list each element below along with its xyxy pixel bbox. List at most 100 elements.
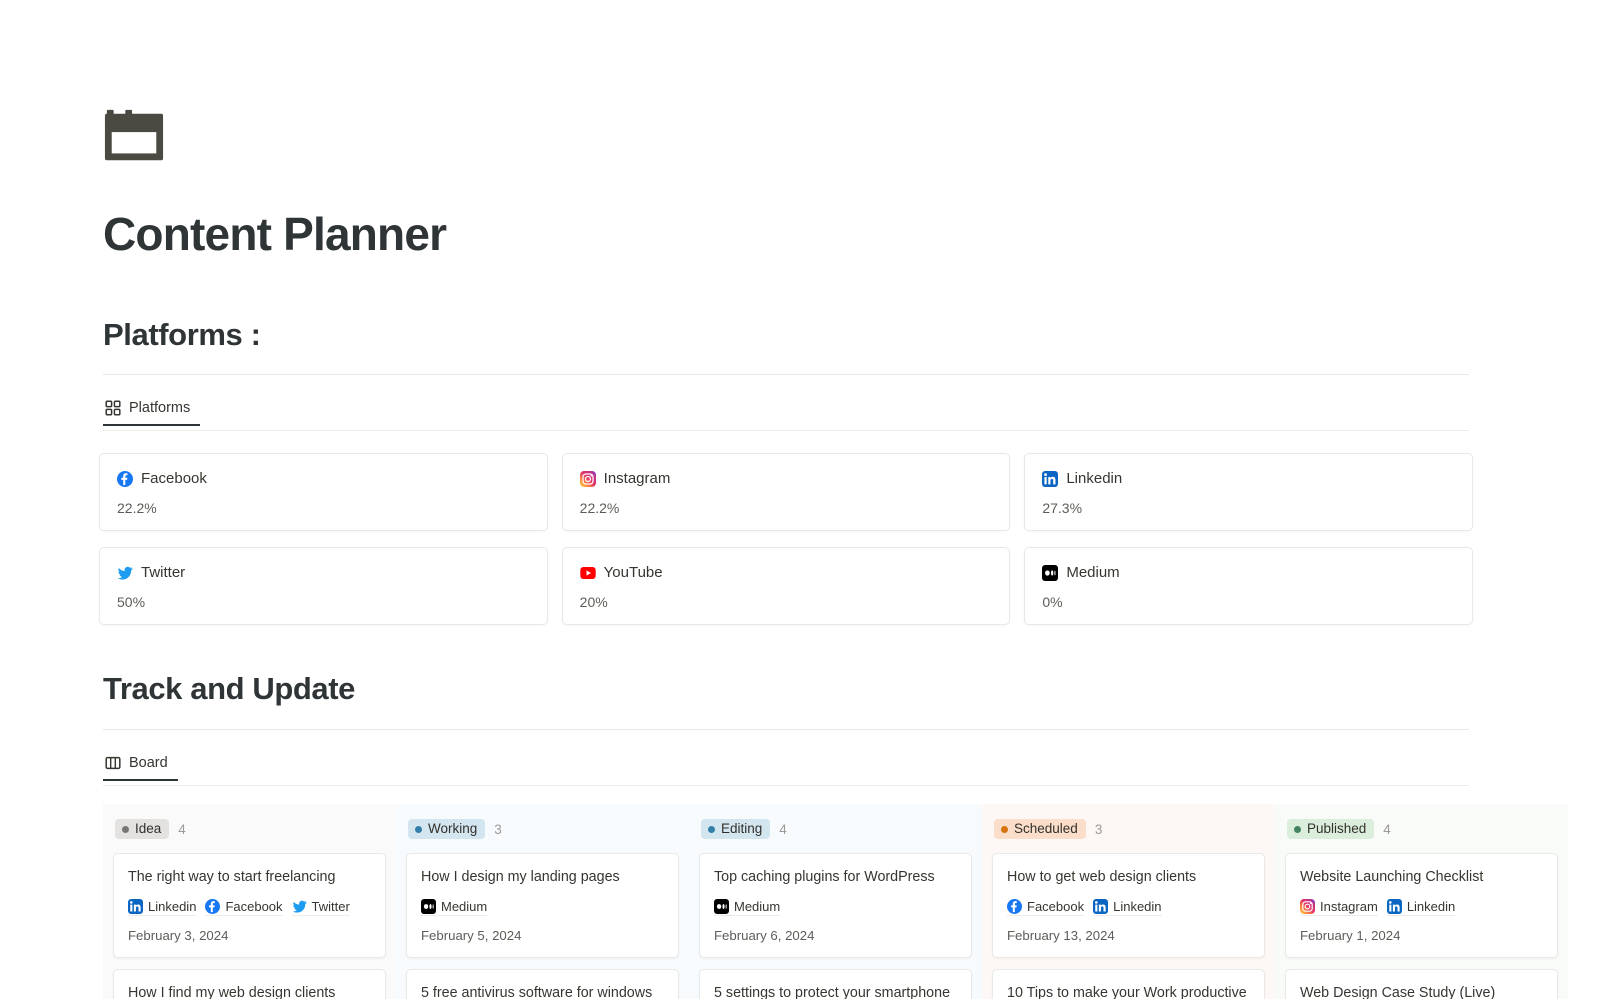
page-title: Content Planner	[103, 208, 447, 260]
card-title: Top caching plugins for WordPress	[714, 869, 935, 885]
status-label: Scheduled	[1014, 821, 1078, 837]
status-label: Idea	[135, 821, 162, 837]
platform-name: Medium	[1066, 564, 1120, 581]
status-badge[interactable]: Idea	[115, 819, 170, 839]
card-title: Web Design Case Study (Live)	[1300, 984, 1496, 999]
card-date: February 3, 2024	[128, 927, 229, 943]
card-title: 5 settings to protect your smartphone	[714, 984, 951, 999]
board-card[interactable]: Website Launching Checklist Instagram Link…	[1285, 853, 1558, 958]
column-header: Editing 4	[699, 816, 972, 842]
card-tags: Medium	[714, 898, 957, 916]
board-card[interactable]: 5 settings to protect your smartphoneTwi…	[699, 968, 972, 999]
platform-card-header: Facebook	[117, 470, 531, 487]
instagram-icon	[579, 470, 596, 487]
board-column: Editing 4 Top caching plugins for WordPres…	[689, 804, 982, 999]
column-count: 3	[1094, 821, 1103, 837]
status-dot-icon	[708, 825, 715, 833]
platform-percent: 50%	[117, 594, 146, 610]
platform-tag-label: Medium	[441, 898, 488, 914]
status-badge[interactable]: Working	[408, 819, 486, 839]
platforms-tabbar: Platforms	[103, 391, 1469, 431]
platform-card[interactable]: Medium 0%	[1024, 547, 1473, 625]
platform-percent: 27.3%	[1042, 500, 1083, 516]
platform-tag[interactable]: Linkedin	[1386, 898, 1456, 916]
platform-card-header: Instagram	[579, 470, 994, 487]
board-tabbar: Board	[103, 746, 1469, 786]
card-title: 10 Tips to make your Work productive	[1007, 984, 1247, 999]
board-card[interactable]: 10 Tips to make your Work productiveFace…	[992, 968, 1265, 999]
platform-card-header: Linkedin	[1042, 470, 1456, 487]
platform-card[interactable]: YouTube 20%	[561, 547, 1011, 625]
tab-platforms[interactable]: Platforms	[103, 391, 201, 426]
platform-name: Facebook	[141, 470, 207, 487]
board-card[interactable]: How I find my web design clientsYouTubeF…	[113, 968, 386, 999]
platform-tag[interactable]: Facebook	[1007, 898, 1085, 916]
status-badge[interactable]: Published	[1287, 819, 1375, 839]
linkedin-icon	[1386, 898, 1402, 914]
card-title: The right way to start freelancing	[128, 869, 336, 885]
platform-percent: 22.2%	[117, 500, 157, 516]
platforms-divider	[103, 374, 1469, 375]
card-title: How I design my landing pages	[421, 869, 620, 885]
board-column: Idea 4 The right way to start freelancing L…	[103, 804, 396, 999]
board-column: Published 4 Website Launching Checklist Ins…	[1275, 804, 1568, 999]
platform-card-header: Twitter	[117, 564, 531, 581]
board-card[interactable]: How I design my landing pages Medium Febru…	[406, 853, 679, 958]
platform-tag-label: Twitter	[311, 898, 350, 914]
platform-card[interactable]: Twitter 50%	[99, 547, 548, 625]
platform-card[interactable]: Linkedin 27.3%	[1024, 453, 1473, 531]
board-columns-icon	[105, 755, 121, 771]
facebook-icon	[205, 898, 221, 914]
platform-tag[interactable]: Facebook	[205, 898, 283, 916]
column-header: Working 3	[406, 816, 679, 842]
platform-tag-label: Medium	[734, 898, 781, 914]
platform-tag-label: Linkedin	[1406, 898, 1456, 914]
card-title: Website Launching Checklist	[1300, 869, 1484, 885]
board-column: Working 3 How I design my landing pages Med…	[396, 804, 689, 999]
board-card[interactable]: The right way to start freelancing Linked…	[113, 853, 386, 958]
card-title: How I find my web design clients	[128, 984, 336, 999]
platform-tag[interactable]: Medium	[714, 898, 781, 916]
status-badge[interactable]: Scheduled	[994, 819, 1086, 839]
platform-percent: 0%	[1042, 594, 1063, 610]
platform-card[interactable]: Facebook 22.2%	[99, 453, 548, 531]
board-card[interactable]: Top caching plugins for WordPress Medium F…	[699, 853, 972, 958]
platform-tag[interactable]: Medium	[421, 898, 488, 916]
platforms-heading: Platforms :	[103, 317, 261, 352]
track-divider	[103, 729, 1469, 730]
platform-tag[interactable]: Twitter	[291, 898, 350, 916]
column-count: 3	[494, 821, 502, 837]
tab-board[interactable]: Board	[103, 746, 178, 781]
status-badge[interactable]: Editing	[701, 819, 771, 839]
facebook-icon	[1007, 898, 1022, 914]
status-label: Editing	[721, 821, 763, 837]
page-header: Content Planner	[0, 0, 1600, 261]
status-dot-icon	[415, 825, 422, 833]
medium-icon	[421, 898, 436, 914]
card-date: February 6, 2024	[714, 927, 815, 943]
platform-tag-label: Linkedin	[1113, 898, 1162, 914]
content-planner-page: Content Planner Platforms : Platforms Fa…	[0, 0, 1600, 999]
platform-tag[interactable]: Linkedin	[1093, 898, 1162, 916]
column-header: Idea 4	[113, 816, 386, 842]
card-tags: Instagram Linkedin	[1300, 898, 1543, 916]
linkedin-icon	[1093, 898, 1109, 914]
medium-icon	[714, 898, 729, 914]
platform-tag-label: Linkedin	[148, 898, 197, 914]
track-heading: Track and Update	[103, 671, 356, 706]
board-card[interactable]: 5 free antivirus software for windowsFac…	[406, 968, 679, 999]
platform-tag-label: Facebook	[1027, 898, 1085, 914]
platform-card[interactable]: Instagram 22.2%	[561, 453, 1011, 531]
platform-card-grid: Facebook 22.2% Instagram 22.2% Linkedin 27.3%…	[99, 453, 1473, 625]
kanban-board: Idea 4 The right way to start freelancing L…	[103, 804, 1600, 999]
board-card[interactable]: Web Design Case Study (Live)YouTubeFebru…	[1285, 968, 1558, 999]
platform-tag[interactable]: Instagram	[1300, 898, 1378, 916]
platform-name: Twitter	[141, 564, 186, 581]
platform-name: YouTube	[603, 564, 663, 581]
board-card[interactable]: How to get web design clients Facebook Lin…	[992, 853, 1265, 958]
status-dot-icon	[1001, 825, 1008, 833]
platform-tag-label: Instagram	[1320, 898, 1378, 914]
platform-tag[interactable]: Linkedin	[128, 898, 197, 916]
calendar-icon	[103, 104, 1600, 166]
tab-board-label: Board	[129, 755, 168, 771]
